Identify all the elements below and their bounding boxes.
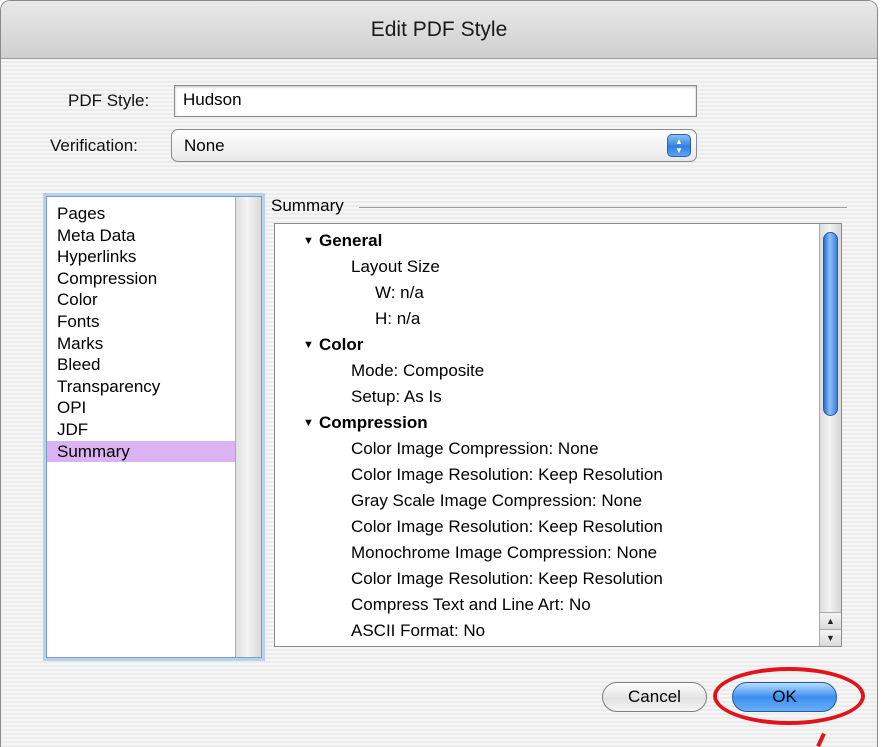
summary-row-text: Monochrome Image Compression: None (351, 543, 658, 562)
verification-value: None (184, 136, 225, 155)
sidebar-item-opi[interactable]: OPI (47, 397, 235, 419)
summary-row-text: Setup: As Is (351, 387, 442, 406)
sidebar-item-bleed[interactable]: Bleed (47, 354, 235, 376)
summary-row: Color Image Resolution: Keep Resolution (275, 514, 820, 540)
disclosure-triangle-down-icon[interactable]: ▼ (303, 228, 319, 254)
summary-row: Compress Text and Line Art: No (275, 592, 820, 618)
summary-section-header[interactable]: ▼ General (275, 228, 820, 254)
sidebar-item-hyperlinks[interactable]: Hyperlinks (47, 246, 235, 268)
summary-row: Color Image Resolution: Keep Resolution (275, 566, 820, 592)
summary-row-text: Color Image Resolution: Keep Resolution (351, 569, 663, 588)
summary-row-text: Layout Size (351, 257, 440, 276)
summary-row: Monochrome Image Compression: None (275, 540, 820, 566)
cancel-button[interactable]: Cancel (602, 682, 707, 712)
summary-row-text: H: n/a (375, 309, 421, 328)
summary-scroll-thumb[interactable] (823, 232, 838, 416)
sidebar-item-color[interactable]: Color (47, 289, 235, 311)
summary-section-header[interactable]: ▼ Color (275, 332, 820, 358)
sidebar-item-compression[interactable]: Compression (47, 268, 235, 290)
summary-row: ASCII Format: No (275, 618, 820, 644)
summary-group-label: Summary (271, 196, 344, 215)
summary-row: Mode: Composite (275, 358, 820, 384)
summary-row: Color Image Resolution: Keep Resolution (275, 462, 820, 488)
scroll-down-arrow-icon[interactable]: ▼ (820, 629, 841, 646)
sidebar-item-transparency[interactable]: Transparency (47, 376, 235, 398)
summary-row-text: W: n/a (375, 283, 424, 302)
sidebar-item-fonts[interactable]: Fonts (47, 311, 235, 333)
sidebar-item-jdf[interactable]: JDF (47, 419, 235, 441)
summary-row-text: Color Image Resolution: Keep Resolution (351, 517, 663, 536)
sidebar-item-pages[interactable]: Pages (47, 203, 235, 225)
summary-row-text: Gray Scale Image Compression: None (351, 491, 643, 510)
disclosure-triangle-down-icon[interactable]: ▼ (303, 332, 319, 358)
summary-row: Setup: As Is (275, 384, 820, 410)
popup-arrows-icon: ▲ ▼ (667, 134, 691, 157)
summary-group-divider (359, 207, 847, 208)
summary-row-text: Color Image Compression: None (351, 439, 599, 458)
ok-button[interactable]: OK (732, 682, 837, 712)
summary-row: W: n/a (275, 280, 820, 306)
summary-row-text: Compression (319, 413, 428, 432)
pdf-style-input[interactable]: Hudson (174, 85, 697, 117)
summary-row-text: Mode: Composite (351, 361, 485, 380)
summary-row: H: n/a (275, 306, 820, 332)
summary-row: Layout Size (275, 254, 820, 280)
scroll-up-arrow-icon[interactable]: ▲ (820, 612, 841, 629)
category-list[interactable]: Pages Meta Data Hyperlinks Compression Color… (46, 196, 262, 658)
pdf-style-label: PDF Style: (68, 91, 150, 110)
title-bar[interactable]: Edit PDF Style (1, 1, 877, 59)
summary-row-text: ASCII Format: No (351, 621, 486, 640)
category-list-items: Pages Meta Data Hyperlinks Compression Color… (47, 203, 235, 463)
sidebar-item-meta-data[interactable]: Meta Data (47, 225, 235, 247)
dialog-title: Edit PDF Style (370, 17, 508, 41)
edit-pdf-style-dialog: Edit PDF Style PDF Style: Hudson Verific… (0, 0, 878, 747)
category-list-scrollbar[interactable] (235, 197, 261, 657)
summary-row: Gray Scale Image Compression: None (275, 488, 820, 514)
summary-row-text: Compress Text and Line Art: No (351, 595, 591, 614)
summary-row-text: General (319, 231, 383, 250)
sidebar-item-marks[interactable]: Marks (47, 333, 235, 355)
summary-row-text: Color Image Resolution: Keep Resolution (351, 465, 663, 484)
verification-label: Verification: (50, 136, 138, 155)
summary-row-text: Color (319, 335, 364, 354)
sidebar-item-summary[interactable]: Summary (47, 440, 235, 463)
summary-scrollbar[interactable]: ▲ ▼ (819, 224, 841, 646)
summary-panel[interactable]: ▼ General Layout Size W: n/a H: n/a ▼ Color Mod… (274, 223, 842, 647)
summary-rows: ▼ General Layout Size W: n/a H: n/a ▼ Color Mod… (275, 228, 820, 644)
summary-section-header[interactable]: ▼ Compression (275, 410, 820, 436)
summary-row: Color Image Compression: None (275, 436, 820, 462)
verification-select[interactable]: None ▲ ▼ (171, 129, 697, 162)
disclosure-triangle-down-icon[interactable]: ▼ (303, 410, 319, 436)
